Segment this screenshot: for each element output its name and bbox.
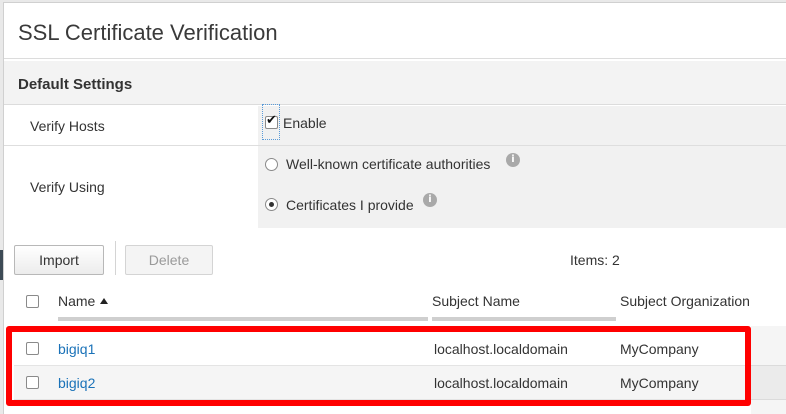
verify-hosts-row: Verify Hosts (4, 106, 786, 146)
import-button[interactable]: Import (14, 245, 104, 275)
grid-scroll-area (751, 326, 786, 414)
info-icon[interactable]: i (423, 193, 437, 207)
column-header-subject-organization[interactable]: Subject Organization (620, 283, 786, 323)
certificates-i-provide-radio[interactable] (265, 198, 278, 211)
column-resize-bar[interactable] (432, 317, 616, 321)
highlight-annotation (6, 326, 751, 406)
toolbar-divider (115, 241, 116, 275)
default-settings-header: Default Settings (4, 61, 786, 105)
select-all-cell (14, 283, 54, 323)
column-header-subject-name[interactable]: Subject Name (432, 283, 620, 323)
column-header-name-label: Name (58, 293, 96, 309)
grid-header: Name Subject Name Subject Organization (14, 283, 786, 323)
column-header-subject-organization-label: Subject Organization (620, 293, 750, 309)
sort-ascending-icon (100, 298, 109, 304)
column-header-name[interactable]: Name (58, 283, 432, 323)
verify-hosts-value (258, 106, 786, 145)
section-title: Default Settings (18, 76, 133, 93)
items-count: Items: 2 (570, 252, 620, 268)
well-known-ca-radio[interactable] (265, 158, 278, 171)
column-resize-bar[interactable] (58, 317, 428, 321)
info-icon[interactable]: i (506, 153, 520, 167)
dialog-title: SSL Certificate Verification (18, 20, 278, 45)
certificates-i-provide-label[interactable]: Certificates I provide (286, 197, 414, 213)
enable-hosts-checkbox[interactable] (265, 113, 278, 129)
verify-hosts-label: Verify Hosts (30, 118, 105, 134)
select-all-checkbox[interactable] (26, 295, 39, 308)
dialog-header: SSL Certificate Verification (4, 3, 786, 59)
enable-hosts-label[interactable]: Enable (283, 115, 327, 131)
well-known-ca-label[interactable]: Well-known certificate authorities (286, 156, 490, 172)
column-header-subject-name-label: Subject Name (432, 293, 520, 309)
verify-using-label: Verify Using (30, 179, 105, 195)
delete-button[interactable]: Delete (125, 245, 213, 275)
